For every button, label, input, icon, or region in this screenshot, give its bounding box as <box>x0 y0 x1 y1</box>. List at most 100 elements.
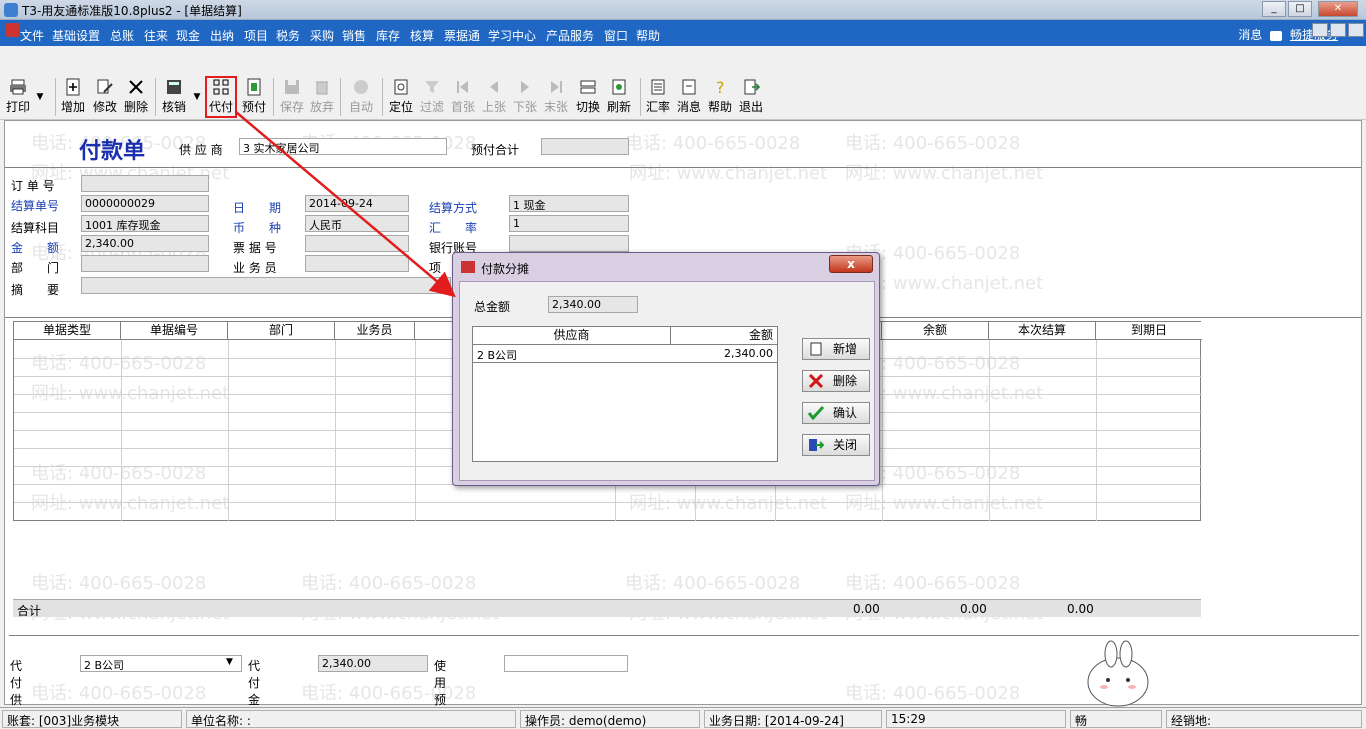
col-header[interactable]: 单据类型 <box>14 322 121 340</box>
delete-row-button[interactable]: 删除 <box>802 370 870 392</box>
prepay-icon <box>247 78 261 96</box>
prev-button[interactable]: 上张 <box>479 78 509 116</box>
first-button[interactable]: 首张 <box>448 78 478 116</box>
menu-item[interactable]: 基础设置 <box>52 27 100 44</box>
menu-item[interactable]: 总账 <box>110 27 134 44</box>
add-row-button[interactable]: 新增 <box>802 338 870 360</box>
table-row[interactable]: 2 B公司 2,340.00 <box>473 345 777 363</box>
col-header-supplier[interactable]: 供应商 <box>473 327 671 345</box>
rate-field[interactable]: 1 <box>509 215 629 232</box>
currency-label: 币 种 <box>233 221 282 235</box>
menu-item[interactable]: 帮助 <box>636 27 660 44</box>
svg-text:?: ? <box>716 78 725 96</box>
menu-item[interactable]: 销售 <box>342 27 366 44</box>
writeoff-dropdown[interactable]: ▼ <box>190 78 204 116</box>
settle-method-field[interactable]: 1 现金 <box>509 195 629 212</box>
dialog-close-action-button[interactable]: 关闭 <box>802 434 870 456</box>
col-header[interactable]: 余额 <box>882 322 989 340</box>
prev-icon <box>490 81 498 93</box>
menu-item[interactable]: 项目 <box>244 27 268 44</box>
chevron-down-icon[interactable]: ▼ <box>226 657 233 667</box>
settle-subject-field[interactable]: 1001 库存现金 <box>81 215 209 232</box>
menu-item[interactable]: 产品服务 <box>546 27 594 44</box>
switch-button[interactable]: 切换 <box>573 78 603 116</box>
col-header-amount[interactable]: 金额 <box>671 327 777 345</box>
help-button[interactable]: ? 帮助 <box>705 78 735 116</box>
salesman-field[interactable] <box>305 255 409 272</box>
message-link[interactable]: 消息 <box>1238 28 1262 42</box>
mdi-close-button[interactable] <box>1348 23 1364 37</box>
dialog-close-button[interactable]: x <box>829 255 873 273</box>
delete-button[interactable]: 删除 <box>121 78 151 116</box>
menu-item[interactable]: 现金 <box>176 27 200 44</box>
menu-item[interactable]: 库存 <box>376 27 400 44</box>
date-field[interactable]: 2014-09-24 <box>305 195 409 212</box>
total-value: 0.00 <box>853 602 880 616</box>
last-icon <box>551 81 562 93</box>
refresh-button[interactable]: 刷新 <box>604 78 634 116</box>
proxy-pay-button[interactable]: 代付 <box>205 76 237 118</box>
col-header[interactable]: 部门 <box>228 322 335 340</box>
menu-item[interactable]: 出纳 <box>210 27 234 44</box>
col-header[interactable]: 本次结算 <box>989 322 1096 340</box>
modify-button[interactable]: 修改 <box>90 78 120 116</box>
col-header[interactable]: 业务员 <box>335 322 415 340</box>
filter-button[interactable]: 过滤 <box>417 78 447 116</box>
close-button[interactable]: ✕ <box>1318 1 1358 17</box>
auto-button[interactable]: 自动 <box>346 78 376 116</box>
writeoff-button[interactable]: 核销 <box>158 78 190 116</box>
confirm-button[interactable]: 确认 <box>802 402 870 424</box>
menu-item[interactable]: 税务 <box>276 27 300 44</box>
use-prepay-field[interactable] <box>504 655 628 672</box>
menu-item[interactable]: 文件 <box>20 27 44 44</box>
message-button[interactable]: 消息 <box>674 78 704 116</box>
settle-no-field[interactable]: 0000000029 <box>81 195 209 212</box>
menu-item[interactable]: 窗口 <box>604 27 628 44</box>
col-header[interactable]: 到期日 <box>1096 322 1202 340</box>
menu-item[interactable]: 核算 <box>410 27 434 44</box>
mdi-restore-button[interactable] <box>1330 23 1346 37</box>
add-button[interactable]: 增加 <box>58 78 88 116</box>
salesman-label: 业 务 员 <box>233 261 277 275</box>
menu-item[interactable]: 往来 <box>144 27 168 44</box>
bank-account-field[interactable] <box>509 235 629 252</box>
prepay-total-field <box>541 138 629 155</box>
watermark: 电话: 400-665-0028 <box>31 573 207 594</box>
minimize-button[interactable]: _ <box>1262 1 1286 17</box>
supplier-field[interactable]: 3 实木家居公司 <box>239 138 447 155</box>
settle-method-label: 结算方式 <box>429 201 478 215</box>
mdi-minimize-button[interactable] <box>1312 23 1328 37</box>
save-button[interactable]: 保存 <box>277 78 307 116</box>
maximize-button[interactable]: □ <box>1288 1 1312 17</box>
proxy-amount-field[interactable]: 2,340.00 <box>318 655 428 672</box>
menu-item[interactable]: 采购 <box>310 27 334 44</box>
abandon-button[interactable]: 放弃 <box>307 78 337 116</box>
menu-item[interactable]: 票据通 <box>444 27 480 44</box>
exit-door-icon <box>744 79 760 95</box>
print-button[interactable]: 打印 <box>3 78 33 116</box>
app-icon <box>4 3 18 17</box>
exit-button[interactable]: 退出 <box>736 78 766 116</box>
rate-button[interactable]: 汇率 <box>643 78 673 116</box>
next-button[interactable]: 下张 <box>510 78 540 116</box>
bill-no-field[interactable] <box>305 235 409 252</box>
watermark: 电话: 400-665-0028 <box>301 573 477 594</box>
amount-field[interactable]: 2,340.00 <box>81 235 209 252</box>
status-bar: 账套: [003]业务模块 单位名称: : 操作员: demo(demo) 业务… <box>0 707 1366 729</box>
filter-funnel-icon <box>425 81 439 93</box>
total-amount-field: 2,340.00 <box>548 296 638 313</box>
col-header[interactable]: 单据编号 <box>121 322 228 340</box>
memo-field[interactable] <box>81 277 451 294</box>
menu-item[interactable]: 学习中心 <box>488 27 536 44</box>
page-title: 付款单 <box>79 139 146 164</box>
last-button[interactable]: 末张 <box>541 78 571 116</box>
proxy-supplier-select[interactable]: 2 B公司 <box>80 655 242 672</box>
currency-field[interactable]: 人民币 <box>305 215 409 232</box>
status-extra: 畅 <box>1070 710 1162 728</box>
order-no-field[interactable] <box>81 175 209 192</box>
prepay-button[interactable]: 预付 <box>239 78 269 116</box>
payment-allocation-dialog: 付款分摊 x 总金额 2,340.00 供应商 金额 2 B公司 2,340.0… <box>452 252 880 486</box>
locate-button[interactable]: 定位 <box>386 78 416 116</box>
dept-field[interactable] <box>81 255 209 272</box>
print-dropdown[interactable]: ▼ <box>33 78 47 116</box>
